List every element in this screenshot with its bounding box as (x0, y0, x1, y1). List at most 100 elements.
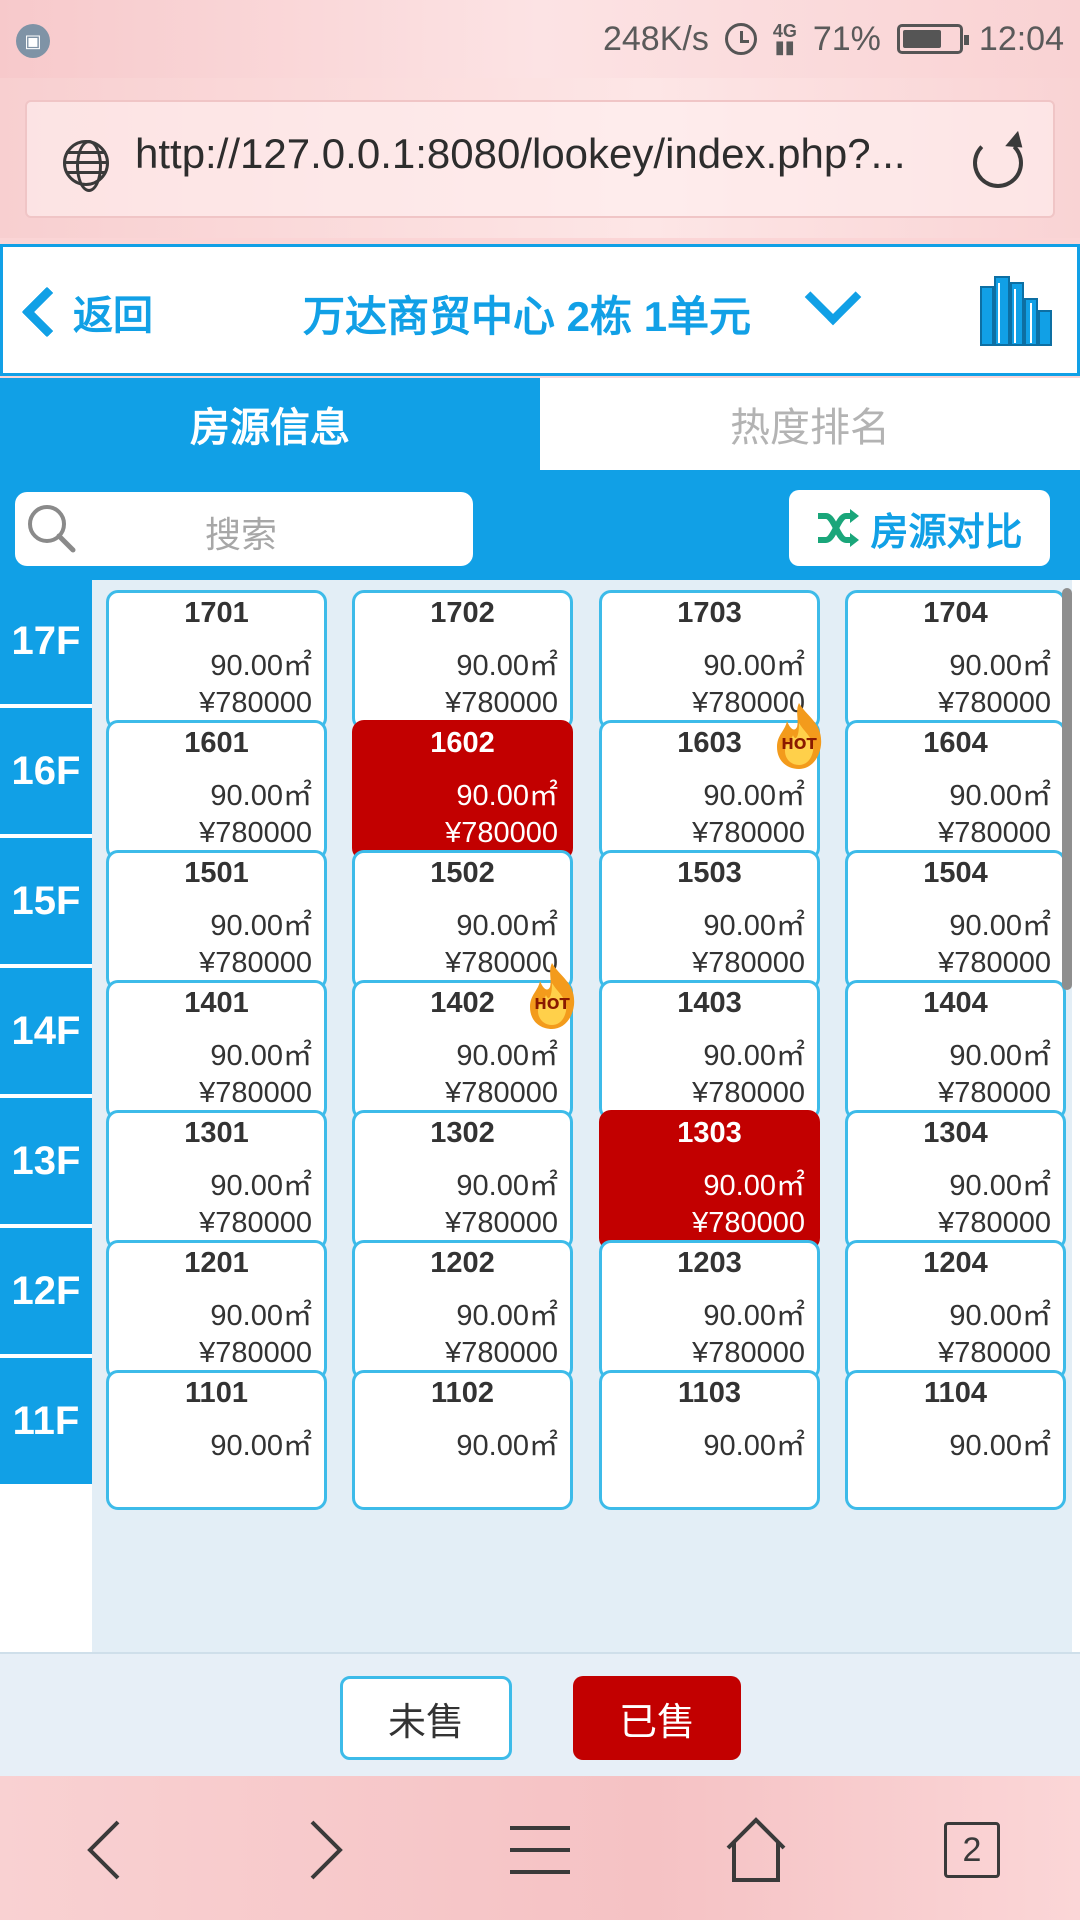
scrollbar[interactable] (1062, 588, 1072, 990)
unit-card[interactable]: 1301 90.00㎡ ¥780000 (106, 1110, 327, 1250)
reload-icon[interactable] (973, 138, 1023, 188)
building-title[interactable]: 万达商贸中心 2栋 1单元 (303, 283, 751, 344)
screenshot-notification-icon: ▣ (16, 24, 50, 58)
battery-icon (896, 24, 969, 54)
url-text[interactable]: http://127.0.0.1:8080/lookey/index.php?.… (135, 130, 906, 178)
floor-label: 12F (0, 1228, 92, 1354)
unit-card[interactable]: 1402 90.00㎡ ¥780000 HOT (352, 963, 575, 1120)
unit-grid: 17F 1701 90.00㎡ ¥780000 1702 90.00㎡ ¥780000 170… (0, 580, 1080, 1652)
unit-card[interactable]: 1602 90.00㎡ ¥780000 (352, 720, 573, 860)
unit-card[interactable]: 1202 90.00㎡ ¥780000 (352, 1240, 573, 1380)
hot-flame-icon: HOT (777, 703, 822, 769)
unit-card[interactable]: 1704 90.00㎡ ¥780000 (845, 590, 1066, 730)
unit-card[interactable]: 1501 90.00㎡ ¥780000 (106, 850, 327, 990)
unit-area: 90.00㎡ (210, 1040, 312, 1072)
unit-card[interactable]: 1303 90.00㎡ ¥780000 (599, 1110, 820, 1250)
unit-card[interactable]: 1404 90.00㎡ ¥780000 (845, 980, 1066, 1120)
menu-icon[interactable] (502, 1812, 578, 1888)
unit-number: 1302 (430, 1117, 495, 1149)
shuffle-icon (818, 509, 860, 547)
unit-area: 90.00㎡ (456, 780, 558, 812)
compare-label: 房源对比 (870, 511, 1023, 554)
unit-card[interactable]: 1401 90.00㎡ ¥780000 (106, 980, 327, 1120)
unit-number: 1201 (184, 1247, 249, 1279)
unit-price: ¥780000 (938, 687, 1051, 719)
unit-number: 1304 (923, 1117, 988, 1149)
unit-card[interactable]: 1601 90.00㎡ ¥780000 (106, 720, 327, 860)
hot-flame-icon: HOT (530, 963, 575, 1029)
unit-area: 90.00㎡ (703, 1300, 805, 1332)
unit-price: ¥780000 (199, 817, 312, 849)
unit-number: 1602 (430, 727, 495, 759)
unit-price: ¥780000 (445, 1077, 558, 1109)
unit-price: ¥780000 (445, 817, 558, 849)
back-arrow-icon[interactable] (68, 1812, 144, 1888)
unit-number: 1403 (677, 987, 742, 1019)
building-icon[interactable] (977, 273, 1053, 347)
alarm-icon (724, 23, 757, 55)
unit-card[interactable]: 1603 90.00㎡ ¥780000 HOT (599, 703, 822, 860)
unit-number: 1103 (678, 1377, 741, 1409)
sold-filter-button[interactable]: 已售 (573, 1676, 741, 1760)
app-header: 返回 万达商贸中心 2栋 1单元 (0, 244, 1080, 376)
unit-price: ¥780000 (199, 947, 312, 979)
unit-number: 1301 (184, 1117, 249, 1149)
unit-price: ¥780000 (692, 1337, 805, 1369)
unit-number: 1104 (924, 1377, 987, 1409)
unit-price: ¥780000 (692, 947, 805, 979)
unit-card[interactable]: 1702 90.00㎡ ¥780000 (352, 590, 573, 730)
unit-card[interactable]: 1203 90.00㎡ ¥780000 (599, 1240, 820, 1380)
unit-area: 90.00㎡ (949, 780, 1051, 812)
unit-card[interactable]: 1102 90.00㎡ (352, 1370, 573, 1510)
unit-area: 90.00㎡ (949, 910, 1051, 942)
unit-price: ¥780000 (692, 817, 805, 849)
browser-toolbar: http://127.0.0.1:8080/lookey/index.php?.… (0, 78, 1080, 238)
unit-number: 1204 (923, 1247, 988, 1279)
unit-card[interactable]: 1103 90.00㎡ (599, 1370, 820, 1510)
battery-fill (902, 30, 942, 48)
unit-price: ¥780000 (692, 1207, 805, 1239)
search-placeholder: 搜索 (205, 514, 278, 555)
battery-percent: 71% (812, 19, 881, 58)
unit-area: 90.00㎡ (949, 1300, 1051, 1332)
back-button[interactable]: 返回 (17, 275, 153, 349)
unit-card[interactable]: 1403 90.00㎡ ¥780000 (599, 980, 820, 1120)
unit-card[interactable]: 1101 90.00㎡ (106, 1370, 327, 1510)
address-bar[interactable]: http://127.0.0.1:8080/lookey/index.php?.… (25, 100, 1055, 218)
tab-bar: 房源信息 热度排名 (0, 378, 1080, 470)
unit-card[interactable]: 1701 90.00㎡ ¥780000 (106, 590, 327, 730)
unit-card[interactable]: 1503 90.00㎡ ¥780000 (599, 850, 820, 990)
tab-listing-info[interactable]: 房源信息 (0, 378, 540, 470)
unit-area: 90.00㎡ (703, 910, 805, 942)
unit-price: ¥780000 (938, 1337, 1051, 1369)
unit-area: 90.00㎡ (949, 1040, 1051, 1072)
unit-card[interactable]: 1302 90.00㎡ ¥780000 (352, 1110, 573, 1250)
compare-listings-button[interactable]: 房源对比 (789, 490, 1050, 566)
unit-card[interactable]: 1304 90.00㎡ ¥780000 (845, 1110, 1066, 1250)
unit-area: 90.00㎡ (456, 650, 558, 682)
network-speed: 248K/s (602, 19, 709, 58)
unsold-filter-button[interactable]: 未售 (340, 1676, 512, 1760)
home-icon[interactable] (718, 1812, 794, 1888)
tabs-count-button[interactable]: 2 (944, 1822, 1000, 1878)
forward-arrow-icon[interactable] (286, 1812, 362, 1888)
unit-card[interactable]: 1604 90.00㎡ ¥780000 (845, 720, 1066, 860)
unit-number: 1704 (923, 597, 988, 629)
unit-card[interactable]: 1104 90.00㎡ (845, 1370, 1066, 1510)
unit-area: 90.00㎡ (703, 1430, 805, 1462)
unit-card[interactable]: 1204 90.00㎡ ¥780000 (845, 1240, 1066, 1380)
unit-number: 1303 (677, 1117, 742, 1149)
search-input[interactable]: 搜索 (15, 492, 473, 566)
unit-card[interactable]: 1201 90.00㎡ ¥780000 (106, 1240, 327, 1380)
unit-number: 1101 (185, 1377, 248, 1409)
unit-number: 1701 (184, 597, 249, 629)
unit-area: 90.00㎡ (703, 1040, 805, 1072)
tab-popularity-ranking[interactable]: 热度排名 (540, 378, 1080, 470)
chevron-down-icon[interactable] (804, 268, 862, 326)
unit-number: 1202 (430, 1247, 495, 1279)
unit-card[interactable]: 1504 90.00㎡ ¥780000 (845, 850, 1066, 990)
unit-number: 1504 (923, 857, 988, 889)
unit-number: 1702 (430, 597, 495, 629)
unit-area: 90.00㎡ (456, 1040, 558, 1072)
unit-area: 90.00㎡ (210, 650, 312, 682)
